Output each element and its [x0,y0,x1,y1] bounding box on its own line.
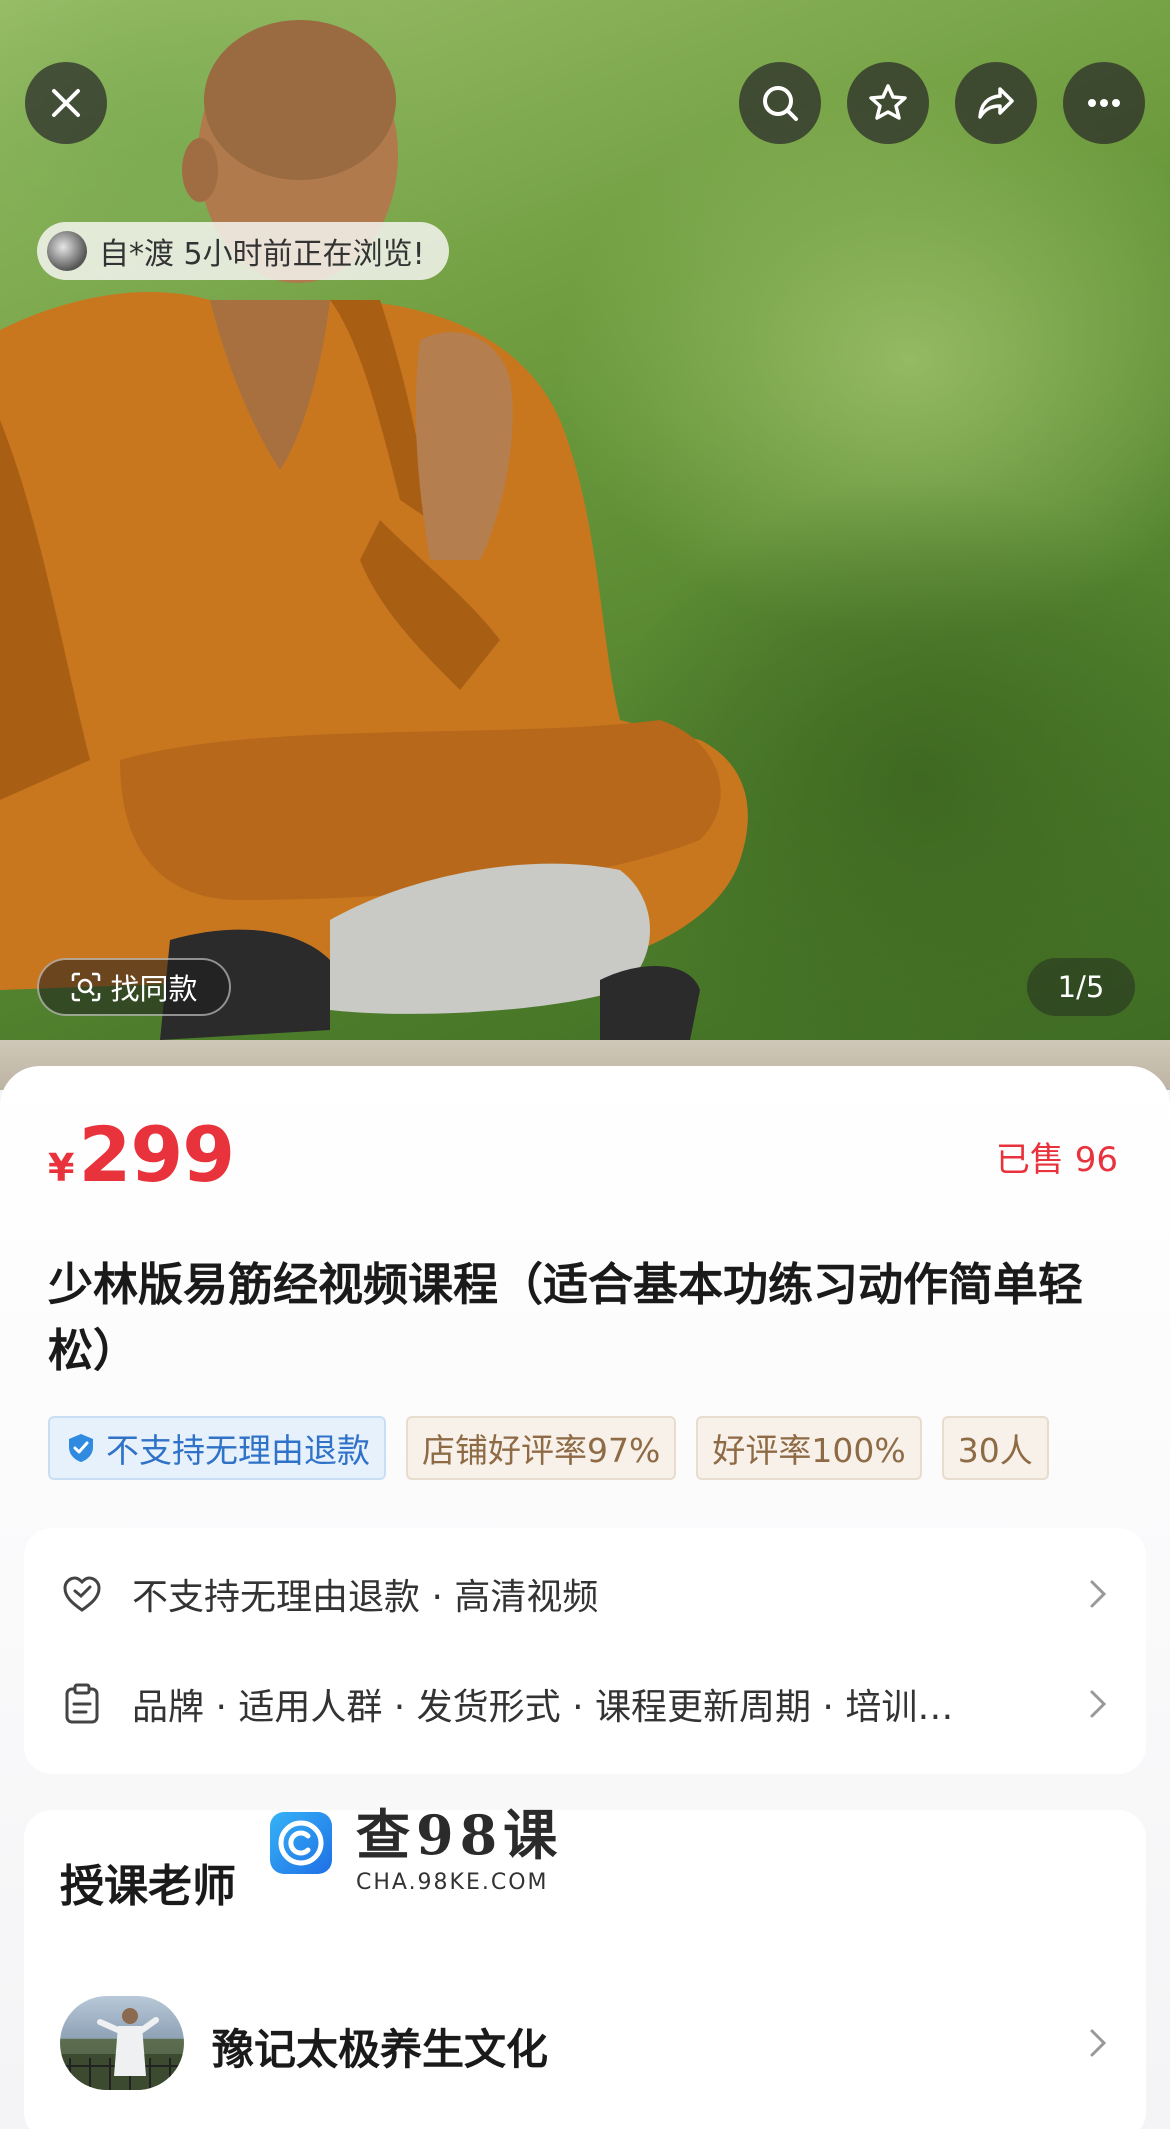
chevron-right-icon[interactable] [1086,2025,1110,2061]
attributes-card: 不支持无理由退款 · 高清视频 品牌 · 适用人群 · 发货形式 · 课程更新周… [24,1528,1146,1774]
attribute-text: 品牌 · 适用人群 · 发货形式 · 课程更新周期 · 培训… [132,1687,954,1728]
watermark-subtitle: CHA.98KE.COM [356,1870,549,1895]
price-amount: 299 [78,1110,235,1199]
more-button[interactable] [1063,62,1145,144]
tag-good-rating[interactable]: 好评率100% [696,1416,922,1480]
shield-check-icon [69,1434,93,1462]
price: ¥ 299 [48,1110,235,1199]
watermark-title: 查98课 [356,1803,564,1867]
teacher-card: 授课老师 豫记太极养生文化 [24,1810,1146,2129]
teacher-section-heading: 授课老师 [60,1861,236,1912]
product-title: 少林版易筋经视频课程（适合基本功练习动作简单轻松） [48,1258,1084,1377]
tag-buyers[interactable]: 30人 [941,1416,1049,1480]
search-icon [763,86,798,121]
star-icon [869,84,907,120]
watermark-text: 查98课 CHA.98KE.COM [356,1791,563,1895]
close-icon [52,89,80,117]
browsing-notice: 自*渡 5小时前正在浏览! [37,222,449,280]
tag-label: 不支持无理由退款 [106,1431,370,1470]
clipboard-icon [65,1683,99,1724]
share-button[interactable] [955,62,1037,144]
tag-shop-rating[interactable]: 店铺好评率97% [406,1416,677,1480]
price-currency: ¥ [48,1146,75,1190]
tag-label: 店铺好评率97% [422,1431,661,1470]
tag-no-refund[interactable]: 不支持无理由退款 [48,1416,386,1480]
watermark: 查98课 CHA.98KE.COM [270,1788,563,1898]
scan-icon [72,972,101,1002]
attribute-text: 不支持无理由退款 · 高清视频 [132,1577,599,1618]
teacher-avatar[interactable] [60,1996,184,2090]
search-button[interactable] [739,62,821,144]
product-image[interactable]: 自*渡 5小时前正在浏览! 找同款 1/5 [0,0,1170,1090]
chevron-right-icon [1090,1690,1107,1718]
teacher-avatar-image [60,2008,184,2090]
close-button[interactable] [25,62,107,144]
find-same-label: 找同款 [110,972,198,1006]
image-counter: 1/5 [1027,958,1135,1016]
attribute-row-specs[interactable]: 品牌 · 适用人群 · 发货形式 · 课程更新周期 · 培训… [60,1674,1110,1734]
more-dots-icon [1088,99,1120,107]
attribute-row-service[interactable]: 不支持无理由退款 · 高清视频 [60,1564,1110,1624]
browsing-notice-text: 自*渡 5小时前正在浏览! [99,237,425,272]
chevron-right-icon [1090,1580,1107,1608]
tag-row[interactable]: 不支持无理由退款 店铺好评率97% 好评率100% 30人 [48,1416,1122,1482]
teacher-name[interactable]: 豫记太极养生文化 [212,2016,548,2077]
monk-illustration [0,20,748,1040]
tag-label: 好评率100% [712,1431,906,1470]
sold-count: 已售 96 [995,1140,1118,1180]
heart-shield-icon [63,1576,101,1612]
avatar [47,231,87,271]
watermark-logo-icon [270,1812,332,1874]
find-same-button[interactable]: 找同款 [37,958,231,1016]
tag-label: 30人 [957,1431,1033,1470]
share-icon [978,87,1014,119]
favorite-button[interactable] [847,62,929,144]
